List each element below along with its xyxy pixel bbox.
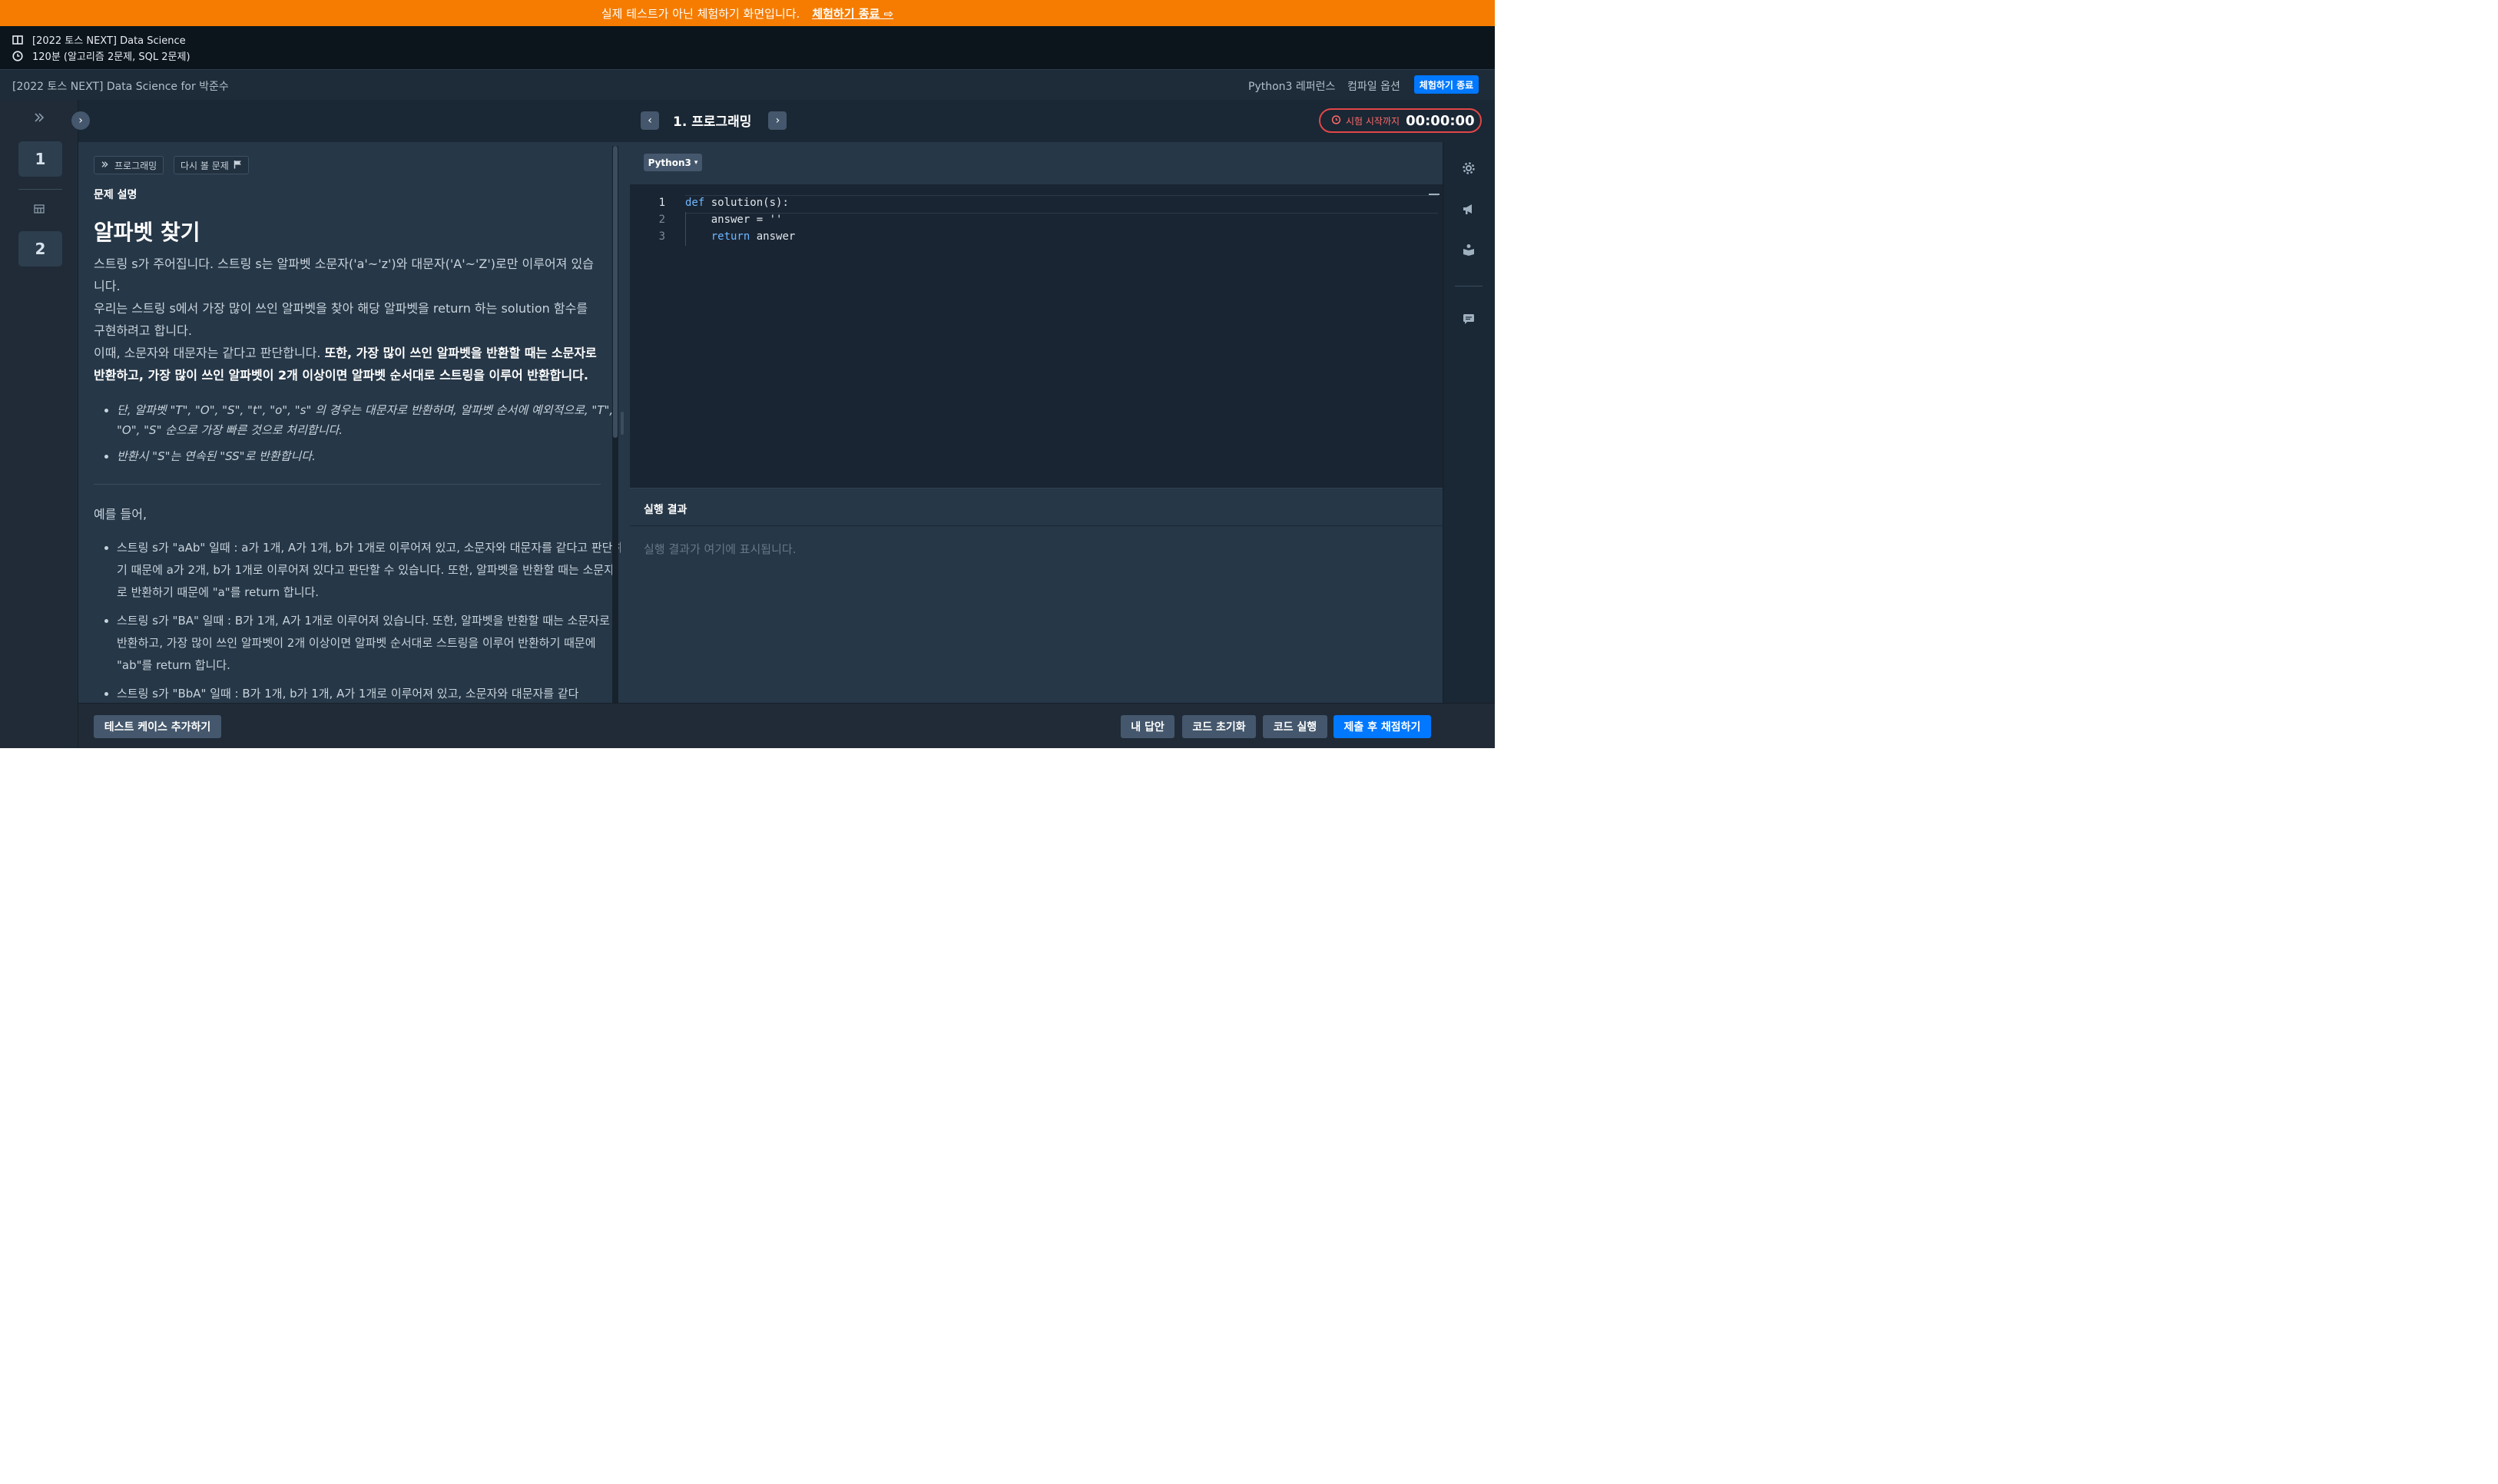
alarm-clock-icon (1331, 114, 1341, 128)
problem-type-tag: 프로그래밍 (94, 156, 164, 174)
line-number: 3 (658, 230, 665, 243)
run-code-button[interactable]: 코드 실행 (1263, 715, 1327, 738)
section-label: 문제 설명 (94, 189, 137, 201)
description-paragraph-1: 스트링 s가 주어집니다. 스트링 s는 알파벳 소문자('a'~'z')와 대… (94, 257, 594, 293)
p3-plain: 이때, 소문자와 대문자는 같다고 판단합니다. (94, 346, 325, 360)
code-icon (101, 160, 110, 171)
problem-navigation: ‹ 1. 프로그래밍 › (641, 111, 787, 130)
sidebar-divider (18, 189, 62, 190)
description-scrollbar[interactable] (612, 146, 618, 703)
course-title: [2022 토스 NEXT] Data Science (32, 35, 186, 47)
sidebar-toggle-chevron-icon[interactable]: › (71, 111, 90, 130)
language-label: Python3 (648, 157, 691, 168)
problem-type-label: 프로그래밍 (114, 160, 157, 171)
course-info: [2022 토스 NEXT] Data Science (12, 32, 186, 47)
keyword-return: return (711, 230, 750, 243)
prev-problem-button[interactable]: ‹ (641, 111, 659, 130)
tool-rail (1443, 142, 1495, 703)
example-item: 스트링 s가 "aAb" 일때 : a가 1개, A가 1개, b가 1개로 이… (117, 537, 621, 604)
problem-title: 1. 프로그래밍 (673, 114, 752, 130)
problem-heading: 알파벳 찾기 (94, 220, 200, 245)
end-trial-button[interactable]: 체험하기 종료 (1414, 75, 1479, 94)
compile-options-link[interactable]: 컴파일 옵션 (1347, 78, 1400, 94)
active-line-highlight (685, 195, 1438, 214)
timer-label: 시험 시작까지 (1346, 115, 1400, 127)
exam-info-bar: [2022 토스 NEXT] Data Science 120분 (알고리즘 2… (0, 26, 1495, 69)
table-icon (33, 203, 45, 219)
top-nav: [2022 토스 NEXT] Data Science for 박준수 Pyth… (0, 69, 1495, 100)
review-later-button[interactable]: 다시 볼 문제 (174, 156, 249, 174)
minimap-marker (1429, 194, 1439, 195)
keyword-def: def (685, 197, 705, 209)
scrollbar-thumb[interactable] (613, 146, 618, 438)
python-reference-link[interactable]: Python3 레퍼런스 (1248, 78, 1335, 94)
problem-description-panel: 프로그래밍 다시 볼 문제 문제 설명 알파벳 찾기 스트링 s가 주어집니다.… (83, 142, 621, 703)
book-icon (12, 35, 23, 45)
question-2-button[interactable]: 2 (18, 231, 62, 267)
duration-text: 120분 (알고리즘 2문제, SQL 2문제) (32, 51, 190, 63)
code-text: answer = '' (685, 214, 783, 226)
submit-button[interactable]: 제출 후 채점하기 (1333, 715, 1431, 738)
clock-icon (12, 50, 23, 61)
description-paragraph-2: 우리는 스트링 s에서 가장 많이 쓰인 알파벳을 찾아 해당 알파벳을 ret… (94, 301, 588, 338)
banner-text: 실제 테스트가 아닌 체험하기 화면입니다. (601, 6, 800, 21)
result-placeholder: 실행 결과가 여기에 표시됩니다. (644, 542, 797, 556)
review-later-label: 다시 볼 문제 (181, 160, 229, 171)
code-text: solution(s): (704, 197, 789, 209)
add-testcase-button[interactable]: 테스트 케이스 추가하기 (94, 715, 221, 738)
note-item: 반환시 "S"는 연속된 "SS"로 반환합니다. (117, 446, 621, 466)
duration-info: 120분 (알고리즘 2문제, SQL 2문제) (12, 48, 190, 63)
gear-icon[interactable] (1460, 160, 1477, 177)
note-item: 단, 알파벳 "T", "O", "S", "t", "o", "s" 의 경우… (117, 400, 621, 440)
trial-banner: 실제 테스트가 아닌 체험하기 화면입니다. 체험하기 종료 ⇨ (0, 0, 1495, 26)
exam-title: [2022 토스 NEXT] Data Science for 박준수 (12, 81, 229, 93)
megaphone-icon[interactable] (1460, 200, 1477, 217)
rail-divider (1455, 286, 1483, 287)
code-text: answer (750, 230, 796, 243)
examples-list: 스트링 s가 "aAb" 일때 : a가 1개, A가 1개, b가 1개로 이… (94, 537, 621, 703)
chat-icon[interactable] (1460, 310, 1477, 327)
question-1-button[interactable]: 1 (18, 141, 62, 177)
result-panel (630, 488, 1443, 703)
example-item: 스트링 s가 "BA" 일때 : B가 1개, A가 1개로 이루어져 있습니다… (117, 610, 621, 677)
description-divider (94, 484, 601, 485)
description-paragraph-3: 이때, 소문자와 대문자는 같다고 판단합니다. 또한, 가장 많이 쓰인 알파… (94, 342, 601, 386)
notes-list: 단, 알파벳 "T", "O", "S", "t", "o", "s" 의 경우… (94, 400, 621, 472)
reset-code-button[interactable]: 코드 초기화 (1182, 715, 1256, 738)
panel-resize-handle[interactable] (621, 412, 624, 435)
example-item: 스트링 s가 "BbA" 일때 : B가 1개, b가 1개, A가 1개로 이… (117, 683, 621, 703)
question-sidebar (0, 100, 78, 748)
line-number: 2 (658, 214, 665, 226)
reader-icon[interactable] (1460, 241, 1477, 258)
my-answer-button[interactable]: 내 답안 (1121, 715, 1174, 738)
flag-icon (234, 160, 242, 171)
language-select[interactable]: Python3 ▾ (644, 154, 702, 171)
exam-timer: 시험 시작까지 00:00:00 (1319, 108, 1482, 133)
next-problem-button[interactable]: › (768, 111, 787, 130)
end-trial-link[interactable]: 체험하기 종료 ⇨ (812, 5, 893, 22)
result-divider (630, 525, 1443, 526)
result-title: 실행 결과 (644, 504, 687, 516)
caret-down-icon: ▾ (694, 158, 698, 167)
code-icon (33, 111, 47, 128)
timer-value: 00:00:00 (1406, 112, 1475, 129)
line-number: 1 (658, 197, 665, 209)
example-intro: 예를 들어, (94, 507, 147, 522)
code-editor[interactable]: 1 def solution(s): 2 answer = '' 3 retur… (630, 184, 1443, 488)
